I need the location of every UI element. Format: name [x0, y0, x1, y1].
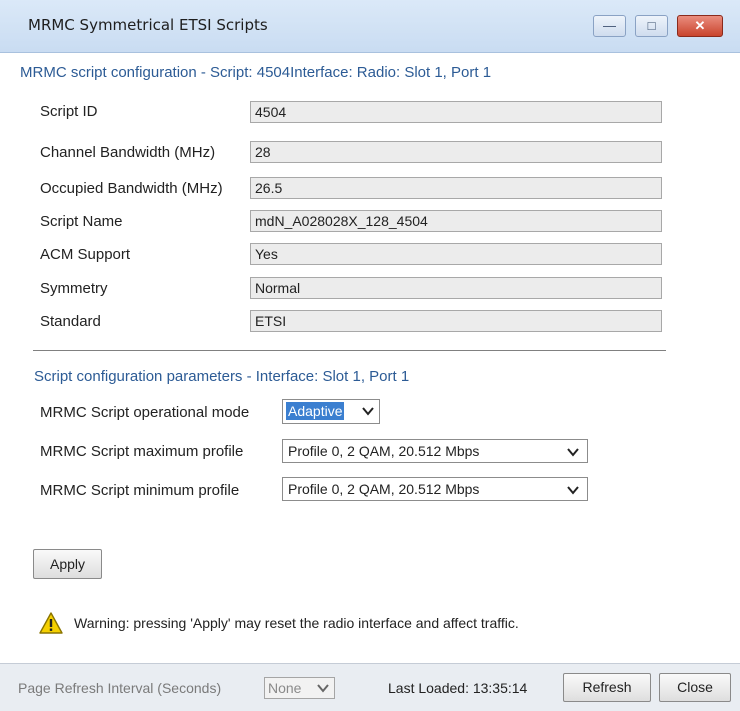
close-icon: ✕ [694, 18, 706, 33]
acm-support-field: Yes [250, 243, 662, 265]
minimize-button[interactable]: — [593, 15, 626, 37]
refresh-interval-select[interactable]: None [264, 677, 335, 699]
warning-triangle-icon [39, 612, 63, 634]
operational-mode-label: MRMC Script operational mode [40, 404, 250, 421]
close-window-button[interactable]: ✕ [677, 15, 723, 37]
operational-mode-value: Adaptive [286, 402, 345, 420]
window-title-bar: MRMC Symmetrical ETSI Scripts — □ ✕ [0, 0, 740, 53]
max-profile-select[interactable]: Profile 0, 2 QAM, 20.512 Mbps [282, 439, 588, 463]
window-title: MRMC Symmetrical ETSI Scripts [28, 16, 268, 34]
channel-bandwidth-field: 28 [250, 141, 662, 163]
refresh-interval-value: None [268, 680, 302, 696]
status-bar: Page Refresh Interval (Seconds) None Las… [0, 663, 740, 711]
chevron-down-icon [362, 407, 374, 416]
symmetry-label: Symmetry [40, 280, 108, 297]
standard-label: Standard [40, 313, 101, 330]
params-section-title: Script configuration parameters - Interf… [34, 368, 410, 385]
apply-button[interactable]: Apply [33, 549, 102, 579]
min-profile-label: MRMC Script minimum profile [40, 482, 240, 499]
min-profile-select[interactable]: Profile 0, 2 QAM, 20.512 Mbps [282, 477, 588, 501]
channel-bandwidth-label: Channel Bandwidth (MHz) [40, 144, 216, 161]
refresh-interval-label: Page Refresh Interval (Seconds) [18, 680, 222, 696]
occupied-bandwidth-label: Occupied Bandwidth (MHz) [40, 180, 223, 197]
config-section-title: MRMC script configuration - Script: 4504… [20, 64, 492, 81]
script-name-field: mdN_A028028X_128_4504 [250, 210, 662, 232]
maximize-icon: □ [647, 18, 656, 33]
chevron-down-icon [567, 448, 579, 457]
last-loaded-text: Last Loaded: 13:35:14 [388, 680, 528, 696]
min-profile-value: Profile 0, 2 QAM, 20.512 Mbps [288, 481, 480, 497]
warning-text: Warning: pressing 'Apply' may reset the … [74, 615, 519, 631]
max-profile-label: MRMC Script maximum profile [40, 443, 244, 460]
close-button[interactable]: Close [659, 673, 731, 702]
chevron-down-icon [567, 486, 579, 495]
standard-field: ETSI [250, 310, 662, 332]
symmetry-field: Normal [250, 277, 662, 299]
minimize-icon: — [603, 18, 616, 33]
maximize-button[interactable]: □ [635, 15, 668, 37]
acm-support-label: ACM Support [40, 246, 131, 263]
occupied-bandwidth-field: 26.5 [250, 177, 662, 199]
script-name-label: Script Name [40, 213, 123, 230]
section-divider [33, 350, 666, 351]
operational-mode-select[interactable]: Adaptive [282, 399, 380, 424]
max-profile-value: Profile 0, 2 QAM, 20.512 Mbps [288, 443, 480, 459]
refresh-button[interactable]: Refresh [563, 673, 651, 702]
chevron-down-icon [317, 684, 329, 693]
script-id-label: Script ID [40, 103, 98, 120]
script-id-field: 4504 [250, 101, 662, 123]
